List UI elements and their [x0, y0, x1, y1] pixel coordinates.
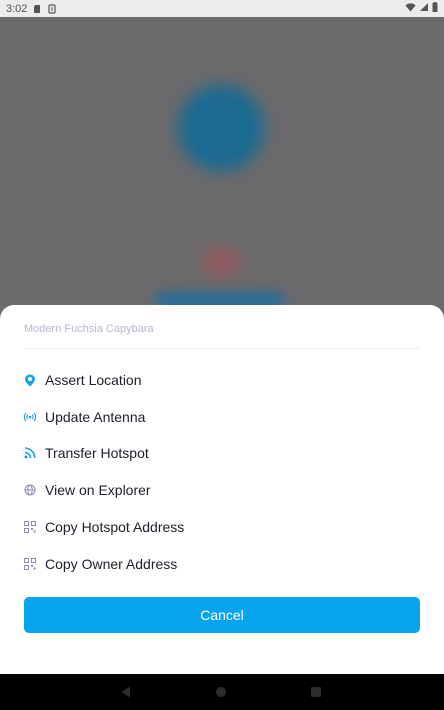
menu-item-copy-hotspot-address[interactable]: Copy Hotspot Address	[24, 512, 420, 542]
wifi-icon	[405, 2, 416, 15]
menu-item-label: Assert Location	[45, 372, 142, 388]
sd-card-icon	[32, 4, 42, 14]
menu-item-label: View on Explorer	[45, 482, 151, 498]
status-left: 3:02	[6, 3, 57, 15]
transfer-icon	[24, 447, 36, 459]
sheet-title: Modern Fuchsia Capybara	[24, 323, 154, 335]
menu-item-transfer-hotspot[interactable]: Transfer Hotspot	[24, 438, 420, 468]
menu-item-update-antenna[interactable]: Update Antenna	[24, 402, 420, 432]
globe-icon	[24, 484, 36, 496]
status-indicator-blurred	[201, 247, 241, 277]
action-bottom-sheet: Modern Fuchsia Capybara Assert Location …	[0, 305, 444, 674]
status-time: 3:02	[6, 2, 28, 15]
menu-item-label: Copy Hotspot Address	[45, 519, 185, 535]
back-icon[interactable]	[119, 685, 133, 699]
qr-code-icon	[24, 558, 36, 570]
cancel-button[interactable]: Cancel	[24, 597, 420, 633]
qr-code-icon	[24, 521, 36, 533]
recents-icon[interactable]	[309, 685, 323, 699]
status-bar: 3:02	[0, 0, 444, 17]
navigation-bar	[0, 674, 444, 710]
menu-item-assert-location[interactable]: Assert Location	[24, 365, 420, 395]
signal-icon	[419, 2, 429, 15]
menu-item-label: Update Antenna	[45, 409, 146, 425]
sheet-divider	[24, 348, 420, 349]
location-pin-icon	[24, 374, 36, 386]
screen: 3:02 Modern Fuchsia Capybara Assert Loca…	[0, 0, 444, 710]
battery-icon	[432, 2, 438, 15]
home-icon[interactable]	[214, 685, 228, 699]
menu-item-label: Transfer Hotspot	[45, 445, 149, 461]
sync-icon	[47, 3, 57, 14]
menu-item-view-on-explorer[interactable]: View on Explorer	[24, 475, 420, 505]
status-right	[405, 2, 438, 15]
menu-item-label: Copy Owner Address	[45, 556, 178, 572]
hotspot-avatar-blurred	[178, 85, 264, 171]
menu-item-copy-owner-address[interactable]: Copy Owner Address	[24, 549, 420, 579]
antenna-icon	[24, 411, 36, 423]
